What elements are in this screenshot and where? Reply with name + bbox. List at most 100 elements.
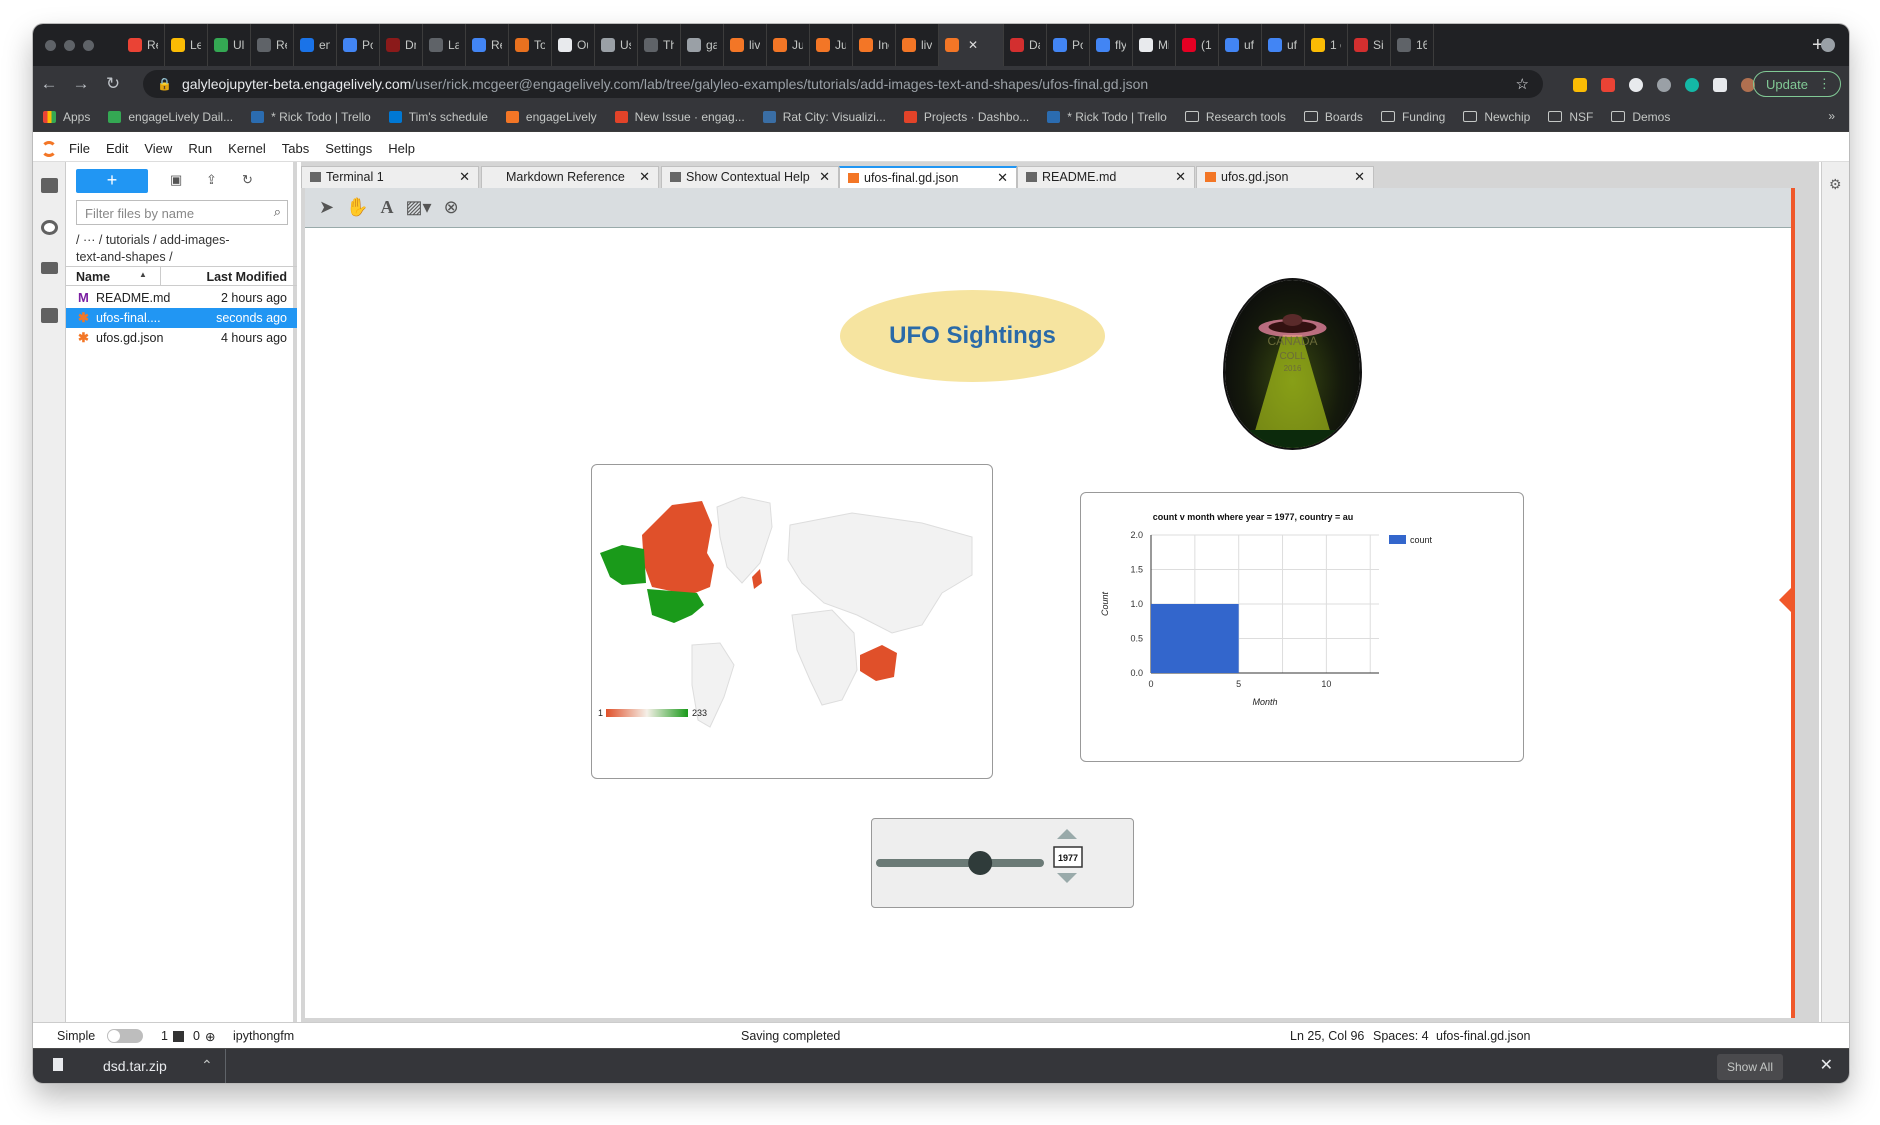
menu-tabs[interactable]: Tabs xyxy=(282,141,309,156)
name-column-header[interactable]: Name xyxy=(76,270,110,284)
url-field[interactable]: 🔒 galyleojupyter-beta.engagelively.com/u… xyxy=(143,70,1543,98)
close-tab-icon[interactable]: ✕ xyxy=(1354,167,1365,187)
bookmark-item[interactable]: Research tools xyxy=(1184,110,1286,124)
bar-chart-panel[interactable]: count v month where year = 1977, country… xyxy=(1080,492,1524,762)
bookmark-item[interactable]: Projects · Dashbo... xyxy=(903,110,1029,124)
minimize-window-button[interactable] xyxy=(64,39,75,51)
browser-tab[interactable]: Da xyxy=(1004,24,1047,66)
tab-search-icon[interactable] xyxy=(1821,38,1835,52)
slider-track[interactable] xyxy=(876,859,1044,867)
property-inspector-icon[interactable]: ⚙ xyxy=(1829,176,1842,193)
close-tab-icon[interactable]: ✕ xyxy=(639,167,650,187)
browser-tab[interactable]: uf xyxy=(1219,24,1262,66)
document-tab[interactable]: Show Contextual Help ✕ xyxy=(661,166,839,188)
puzzle-icon[interactable] xyxy=(1713,78,1727,92)
breadcrumb[interactable]: / ··· / tutorials / add-images- text-and… xyxy=(76,232,281,266)
select-pointer-icon[interactable]: ➤ xyxy=(319,197,334,218)
browser-tab[interactable]: Mi xyxy=(1133,24,1176,66)
extension-grey-icon[interactable] xyxy=(1657,78,1671,92)
bookmark-item[interactable]: engageLively xyxy=(505,110,597,124)
menu-help[interactable]: Help xyxy=(388,141,415,156)
collapse-sidebar-icon[interactable] xyxy=(1779,588,1791,612)
document-tab[interactable]: Markdown Reference ✕ xyxy=(481,166,659,188)
breadcrumb-line-1[interactable]: / ··· / tutorials / add-images- xyxy=(76,232,281,249)
extension-circle-icon[interactable] xyxy=(1629,78,1643,92)
forward-icon[interactable]: → xyxy=(65,74,97,94)
text-tool-icon[interactable]: A xyxy=(381,197,394,218)
menu-kernel[interactable]: Kernel xyxy=(228,141,266,156)
cursor-position[interactable]: Ln 25, Col 96 xyxy=(1290,1029,1364,1043)
browser-tab[interactable]: Us xyxy=(595,24,638,66)
folder-icon[interactable] xyxy=(41,178,58,193)
bookmark-item[interactable]: New Issue · engag... xyxy=(614,110,745,124)
bookmark-item[interactable]: Rat City: Visualizi... xyxy=(762,110,886,124)
browser-tab[interactable]: uf xyxy=(1262,24,1305,66)
browser-tab[interactable]: Re xyxy=(466,24,509,66)
back-icon[interactable]: ← xyxy=(33,74,65,94)
reload-icon[interactable]: ↻ xyxy=(97,74,129,94)
terminal-count[interactable]: 1 xyxy=(161,1029,168,1043)
bookmark-item[interactable]: engageLively Dail... xyxy=(108,110,233,124)
browser-tab[interactable]: ga xyxy=(681,24,724,66)
browser-tab[interactable]: 16 xyxy=(1391,24,1434,66)
browser-tab[interactable]: Pc xyxy=(337,24,380,66)
bookmark-item[interactable]: Tim's schedule xyxy=(388,110,488,124)
ufo-badge-image[interactable]: CANADA COLL 2016 xyxy=(1225,280,1360,448)
extension-manager-icon[interactable] xyxy=(41,308,58,323)
browser-tab[interactable]: Re xyxy=(251,24,294,66)
bookmark-star-icon[interactable]: ☆ xyxy=(1516,75,1529,93)
menu-file[interactable]: File xyxy=(69,141,90,156)
download-file-name[interactable]: dsd.tar.zip xyxy=(103,1058,167,1074)
new-folder-icon[interactable]: ▣ xyxy=(170,172,182,188)
browser-tab[interactable]: ✕ xyxy=(939,24,1004,66)
bookmark-item[interactable]: NSF xyxy=(1548,110,1593,124)
menu-edit[interactable]: Edit xyxy=(106,141,128,156)
browser-tab[interactable]: Re xyxy=(122,24,165,66)
menu-view[interactable]: View xyxy=(144,141,172,156)
browser-tab[interactable]: Ou xyxy=(552,24,595,66)
new-launcher-button[interactable]: + xyxy=(76,169,148,193)
file-row[interactable]: ✱ ufos-final.... seconds ago xyxy=(66,308,297,328)
drive-extension-icon[interactable] xyxy=(1573,78,1587,92)
shape-tool-icon[interactable]: ⊗ xyxy=(444,197,459,218)
browser-tab[interactable]: Le xyxy=(165,24,208,66)
close-tab-icon[interactable]: ✕ xyxy=(997,168,1008,188)
image-tool-icon[interactable]: ▨▾ xyxy=(406,197,432,218)
slider-thumb[interactable] xyxy=(968,851,993,875)
browser-tab[interactable]: Si xyxy=(1348,24,1391,66)
bookmark-item[interactable]: * Rick Todo | Trello xyxy=(251,110,371,124)
title-oval[interactable]: UFO Sightings xyxy=(840,290,1105,382)
browser-tab[interactable]: 1 c xyxy=(1305,24,1348,66)
modified-column-header[interactable]: Last Modified xyxy=(206,270,287,284)
browser-tab[interactable]: (1( xyxy=(1176,24,1219,66)
browser-tab[interactable]: Ju xyxy=(810,24,853,66)
bookmark-item[interactable]: Newchip xyxy=(1463,110,1530,124)
toc-icon[interactable] xyxy=(41,262,58,274)
browser-tab[interactable]: To xyxy=(509,24,552,66)
world-map-chart[interactable]: 1 233 xyxy=(591,464,993,779)
breadcrumb-line-2[interactable]: text-and-shapes / xyxy=(76,249,281,266)
filter-input[interactable]: Filter files by name ⌕ xyxy=(76,200,288,225)
bookmark-item[interactable]: Demos xyxy=(1611,110,1670,124)
browser-tab[interactable]: Pc xyxy=(1047,24,1090,66)
menu-run[interactable]: Run xyxy=(188,141,212,156)
browser-tab[interactable]: Th xyxy=(638,24,681,66)
extension-m-icon[interactable] xyxy=(1685,78,1699,92)
indent-spaces[interactable]: Spaces: 4 xyxy=(1373,1029,1429,1043)
browser-tab[interactable]: fly xyxy=(1090,24,1133,66)
year-slider-widget[interactable]: 1977 xyxy=(871,818,1134,908)
document-tab[interactable]: ufos.gd.json ✕ xyxy=(1196,166,1374,188)
zoom-window-button[interactable] xyxy=(83,39,94,51)
file-row[interactable]: ✱ ufos.gd.json 4 hours ago xyxy=(66,328,297,348)
editor-side-bar[interactable] xyxy=(1791,188,1795,1018)
bookmark-item[interactable]: Funding xyxy=(1380,110,1445,124)
refresh-icon[interactable]: ↻ xyxy=(242,172,253,188)
running-icon[interactable] xyxy=(41,220,58,235)
bookmark-item[interactable]: * Rick Todo | Trello xyxy=(1047,110,1167,124)
bookmark-item[interactable]: Boards xyxy=(1303,110,1363,124)
bookmark-item[interactable]: Apps xyxy=(43,110,90,124)
browser-tab[interactable]: Ul xyxy=(208,24,251,66)
bookmarks-more-button[interactable]: » xyxy=(1828,109,1835,123)
browser-tab[interactable]: liv xyxy=(896,24,939,66)
close-window-button[interactable] xyxy=(45,39,56,51)
